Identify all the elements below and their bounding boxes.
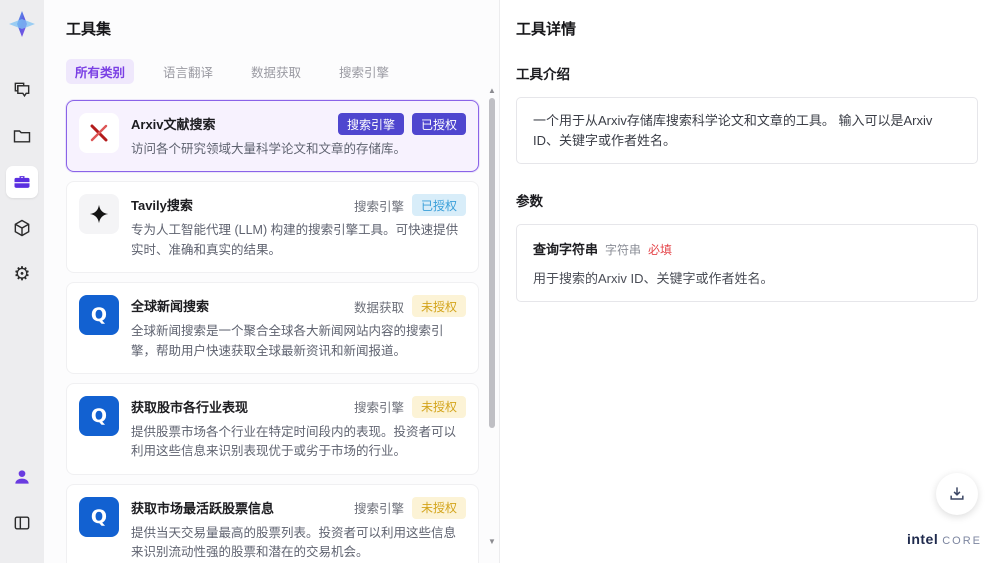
sidebar-item-files[interactable] (6, 120, 38, 152)
param-type: 字符串 (605, 243, 642, 257)
chat-icon (14, 82, 30, 98)
user-icon (15, 470, 29, 484)
tool-name: 获取股市各行业表现 (131, 399, 249, 415)
folder-icon (13, 130, 31, 143)
tool-description: 全球新闻搜索是一个聚合全球各大新闻网站内容的搜索引擎，帮助用户快速获取全球最新资… (131, 324, 444, 358)
category-label: 搜索引擎 (353, 502, 404, 517)
category-badge: 搜索引擎 (337, 113, 404, 135)
tool-card-tavily[interactable]: Tavily搜索 搜索引擎 已授权 专为人工智能代理 (LLM) 构建的搜索引擎… (66, 181, 479, 274)
sidebar: ⚙ (0, 0, 44, 563)
auth-status-badge: 已授权 (411, 194, 466, 217)
tab-data-fetching[interactable]: 数据获取 (242, 59, 310, 84)
category-tabs: 所有类别 语言翻译 数据获取 搜索引擎 (66, 59, 479, 84)
intro-text: 一个用于从Arxiv存储库搜索科学论文和文章的工具。 输入可以是Arxiv ID… (516, 97, 978, 164)
sidebar-item-packages[interactable] (6, 212, 38, 244)
tool-name: Arxiv文献搜索 (131, 117, 216, 132)
tab-search-engine[interactable]: 搜索引擎 (330, 59, 398, 84)
cube-icon (14, 219, 30, 237)
sidebar-item-chat[interactable] (6, 74, 38, 106)
tool-description: 专为人工智能代理 (LLM) 构建的搜索引擎工具。可快速提供实时、准确和真实的结… (131, 223, 459, 257)
tool-description: 访问各个研究领域大量科学论文和文章的存储库。 (131, 142, 407, 156)
tool-card-sector-performance[interactable]: Q 获取股市各行业表现 搜索引擎 未授权 提供股票市场各个行业在特定时间段内的表… (66, 382, 479, 475)
sidebar-item-collapse[interactable] (6, 507, 38, 539)
auth-status-badge: 已授权 (411, 113, 466, 135)
intel-core-logo: intel CORE (907, 531, 982, 547)
tool-card-arxiv[interactable]: Arxiv文献搜索 搜索引擎 已授权 访问各个研究领域大量科学论文和文章的存储库… (66, 100, 479, 173)
app-window: ⚙ 工具集 所有类别 语言翻译 数据获取 搜索引擎 Arxiv文献搜索 搜索引擎… (0, 0, 1000, 563)
tab-all-categories[interactable]: 所有类别 (66, 59, 135, 84)
download-icon (950, 487, 964, 500)
params-heading: 参数 (516, 194, 543, 209)
tool-name: Tavily搜索 (131, 198, 193, 214)
scrollbar-thumb[interactable] (489, 98, 495, 428)
news-search-icon: Q (79, 295, 119, 336)
param-required-badge: 必填 (648, 243, 673, 257)
tool-list-panel: 工具集 所有类别 语言翻译 数据获取 搜索引擎 Arxiv文献搜索 搜索引擎 已… (44, 0, 500, 563)
gear-icon: ⚙ (13, 263, 31, 285)
arxiv-logo-icon (79, 113, 119, 153)
scroll-up-icon[interactable]: ▲ (487, 86, 497, 96)
core-wordmark: CORE (942, 535, 982, 547)
download-button[interactable] (936, 473, 978, 515)
scroll-down-icon[interactable]: ▼ (487, 537, 497, 547)
tool-name: 获取市场最活跃股票信息 (131, 500, 275, 516)
tool-description: 提供当天交易量最高的股票列表。投资者可以利用这些信息来识别流动性强的股票和潜在的… (131, 525, 457, 559)
category-label: 搜索引擎 (353, 401, 404, 416)
tab-language-translation[interactable]: 语言翻译 (154, 59, 222, 84)
tavily-star-icon (79, 194, 119, 235)
param-description: 用于搜索的Arxiv ID、关键字或作者姓名。 (533, 271, 774, 286)
tool-card-active-stocks[interactable]: Q 获取市场最活跃股票信息 搜索引擎 未授权 提供当天交易量最高的股票列表。投资… (66, 483, 479, 563)
panel-toggle-icon (14, 516, 30, 530)
sidebar-item-tools[interactable] (6, 166, 38, 198)
stock-search-icon: Q (79, 496, 119, 537)
stock-search-icon: Q (79, 395, 119, 436)
category-label: 数据获取 (353, 300, 404, 315)
tool-card-global-news[interactable]: Q 全球新闻搜索 数据获取 未授权 全球新闻搜索是一个聚合全球各大新闻网站内容的… (66, 282, 479, 374)
category-label: 搜索引擎 (353, 199, 404, 214)
tool-list: Arxiv文献搜索 搜索引擎 已授权 访问各个研究领域大量科学论文和文章的存储库… (66, 100, 479, 563)
auth-status-badge: 未授权 (411, 496, 466, 519)
intro-heading: 工具介绍 (516, 67, 570, 82)
page-title: 工具集 (66, 21, 112, 38)
detail-title: 工具详情 (516, 21, 577, 38)
param-item: 查询字符串 字符串 必填 用于搜索的Arxiv ID、关键字或作者姓名。 (516, 224, 978, 302)
auth-status-badge: 未授权 (411, 295, 466, 318)
auth-status-badge: 未授权 (411, 395, 466, 418)
app-logo-icon (9, 11, 35, 37)
intel-wordmark: intel (906, 531, 939, 547)
sidebar-item-account[interactable] (6, 461, 38, 493)
scrollbar[interactable]: ▲ ▼ (487, 86, 497, 557)
tool-detail-panel: 工具详情 工具介绍 一个用于从Arxiv存储库搜索科学论文和文章的工具。 输入可… (500, 0, 1000, 563)
tool-description: 提供股票市场各个行业在特定时间段内的表现。投资者可以利用这些信息来识别表现优于或… (131, 424, 457, 459)
tool-name: 全球新闻搜索 (131, 299, 210, 315)
param-name: 查询字符串 (533, 242, 599, 257)
toolbox-icon (14, 176, 30, 188)
sidebar-item-settings[interactable]: ⚙ (6, 258, 38, 290)
